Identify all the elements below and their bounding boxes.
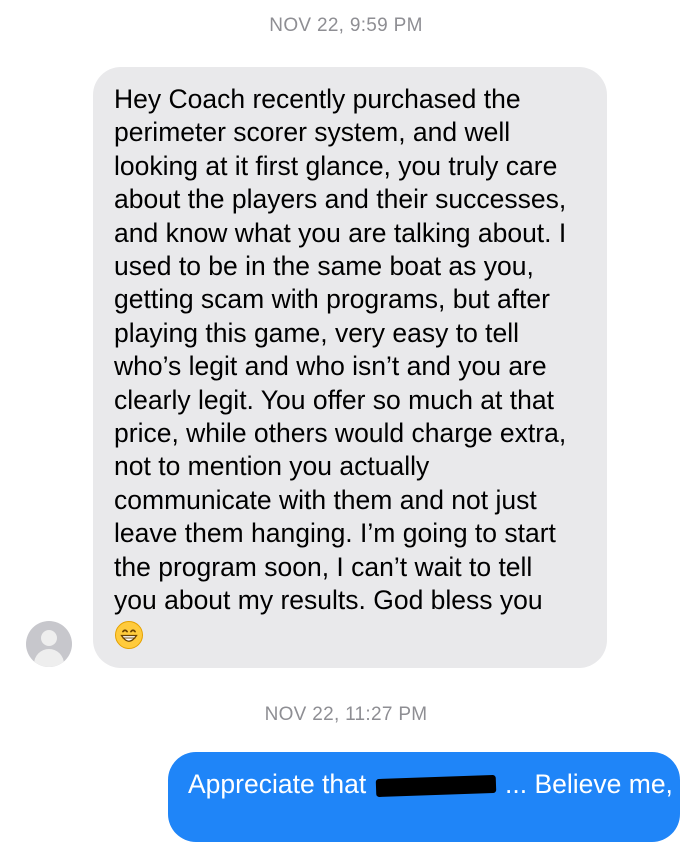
avatar[interactable]: [26, 621, 72, 667]
timestamp: NOV 22, 11:27 PM: [264, 704, 428, 725]
outgoing-message-text-start: Appreciate that: [188, 769, 367, 799]
outgoing-message-text-end: ... Believe me,: [505, 769, 673, 799]
grinning-face-emoji-icon: [115, 620, 143, 649]
redaction-mark: [375, 774, 496, 798]
timestamp: NOV 22, 9:59 PM: [269, 15, 423, 36]
avatar-head: [41, 630, 57, 646]
incoming-message-text: Hey Coach recently purchased the perimet…: [114, 84, 567, 616]
outgoing-message-bubble[interactable]: Appreciate that ... Believe me,: [168, 752, 680, 842]
avatar-shoulders: [34, 649, 64, 667]
incoming-message-bubble[interactable]: Hey Coach recently purchased the perimet…: [93, 67, 607, 668]
